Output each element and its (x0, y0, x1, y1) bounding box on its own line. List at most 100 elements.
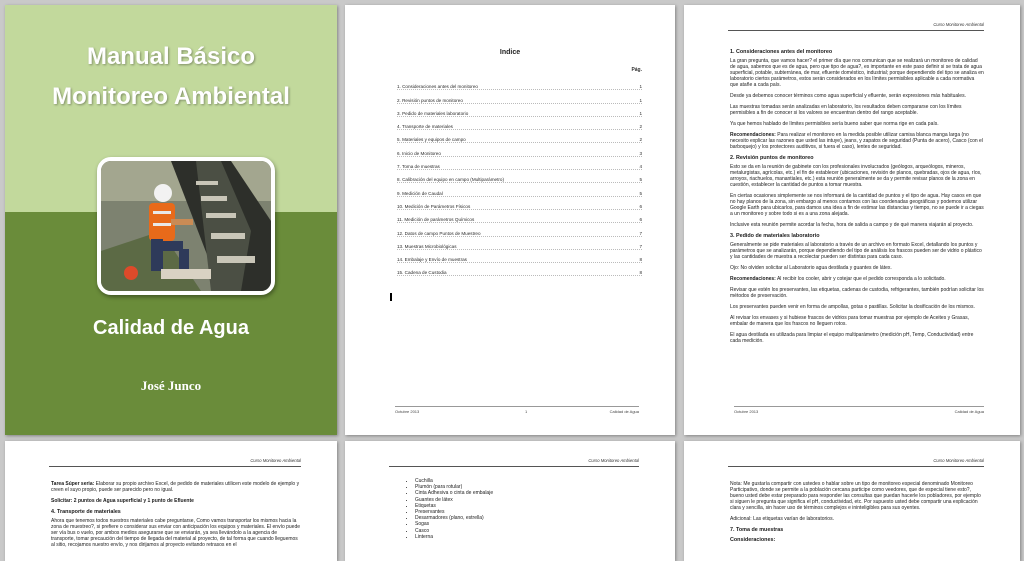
index-entry-label: 10. Medición de Parámetros Físicos (397, 203, 471, 209)
cover-title-line2: Monitoreo Ambiental (52, 83, 290, 110)
index-entry-page: 1 (639, 97, 642, 103)
paragraph: Esto se da en la reunión de gabinete con… (730, 164, 982, 188)
cover-page[interactable]: Manual Básico Monitoreo Ambiental Calida… (5, 5, 337, 435)
paragraph: En ciertas ocasiones simplemente se nos … (730, 193, 984, 217)
index-entry[interactable]: 13. Muestras Microbiológicas 7 (397, 237, 642, 250)
index-entry[interactable]: 6. Inicio de Monitoreo 3 (397, 143, 642, 157)
index-entry[interactable]: 1. Consideraciones antes del monitoreo 1 (397, 77, 642, 91)
bold-paragraph: Solicitar: 2 puntos de Agua superficial … (51, 498, 194, 504)
page-header: Curso Monitoreo Ambiental (588, 458, 639, 463)
index-entry[interactable]: 9. Medición de Caudal 5 (397, 183, 642, 197)
index-entry[interactable]: 5. Materiales y equipos de campo 2 (397, 130, 642, 144)
paragraph: Generalmente se pide materiales al labor… (730, 242, 982, 260)
cover-subtitle: Calidad de Agua (93, 317, 249, 339)
index-entry-page: 7 (639, 230, 642, 236)
index-entry-label: 3. Pedido de materiales laboratorio (397, 110, 469, 116)
section-heading: 3. Pedido de materiales laboratorio (730, 233, 820, 239)
index-entry-page: 1 (639, 84, 642, 90)
index-entry-label: 9. Medición de Caudal (397, 190, 443, 196)
section-heading: 2. Revisión puntos de monitoreo (730, 155, 814, 161)
index-entry-page: 6 (639, 203, 642, 209)
index-entry[interactable]: 2. Revisión puntos de monitoreo 1 (397, 90, 642, 104)
paragraph: Desde ya debemos conocer términos como a… (730, 93, 966, 99)
paragraph: La gran pregunta, que vamos hacer? el pr… (730, 58, 984, 88)
index-entry-label: 4. Transporte de materiales (397, 124, 453, 130)
paragraph: Solicitar: 2 puntos de Agua superficial … (51, 498, 301, 504)
index-page-column-label: Pág. (631, 67, 642, 73)
page-1-footer: Octubre 2013 Calidad de Agua (734, 406, 984, 414)
footer-title: Calidad de Agua (954, 409, 984, 414)
paragraph: Recomendaciones: Al recibir los cooler, … (730, 276, 984, 282)
header-divider (49, 466, 301, 467)
cover-author: José Junco (140, 378, 202, 393)
bold-label: Recomendaciones: (730, 276, 776, 282)
index-entry-label: 1. Consideraciones antes del monitoreo (397, 84, 478, 90)
paragraph: Nota: Me gustaría compartir con ustedes … (730, 481, 981, 511)
index-entry-page: 4 (639, 164, 642, 170)
page-2-content: Tarea Súper seria: Elaborar su propio ar… (51, 481, 301, 553)
section-heading: 4. Transporte de materiales (51, 509, 121, 515)
index-entry-page: 2 (639, 124, 642, 130)
text-cursor (390, 293, 392, 301)
index-entry-label: 13. Muestras Microbiológicas (397, 243, 457, 249)
list-item: Linterna (415, 534, 639, 540)
paragraph: Ahora que tenemos todos nuestros materia… (51, 518, 301, 548)
paragraph: Revisar que estén los preservantes, las … (730, 287, 984, 299)
index-page[interactable]: Indice Pág. 1. Consideraciones antes del… (345, 5, 675, 435)
paragraph: Adicional: Las etiquetas varían de labor… (730, 516, 834, 522)
index-entry-page: 8 (639, 257, 642, 263)
paragraph: Ojo: No olviden solicitar al Laboratorio… (730, 265, 892, 271)
cover-photo-illustration (101, 161, 271, 291)
materials-list: Cuchilla Plumón (para rotular) Cinta Adh… (403, 478, 639, 540)
index-entry[interactable]: 11. Medición de parámetros Químicos 6 (397, 210, 642, 224)
index-entry[interactable]: 10. Medición de Parámetros Físicos 6 (397, 197, 642, 210)
footer-page-number: 1 (525, 409, 528, 414)
footer-title: Calidad de Agua (609, 409, 639, 414)
index-entry-page: 1 (639, 110, 642, 116)
paragraph: Los preservantes pueden venir en forma d… (730, 304, 975, 310)
index-entry-label: 15. Cadena de Custodia (397, 270, 447, 276)
index-entry[interactable]: 7. Toma de muestras 4 (397, 157, 642, 171)
index-entry[interactable]: 14. Embalaje y Envío de muestras 8 (397, 250, 642, 264)
index-entry-page: 5 (639, 177, 642, 183)
index-entry-label: 14. Embalaje y Envío de muestras (397, 257, 467, 263)
paragraph: Recomendaciones: Para realizar el monito… (730, 132, 984, 150)
index-entry[interactable]: 12. Datos de campo Puntos de Muestreo 7 (397, 223, 642, 237)
index-entry-page: 5 (639, 190, 642, 196)
index-entry[interactable]: 3. Pedido de materiales laboratorio 1 (397, 104, 642, 117)
paragraph: Ya que hemos hablado de límites permisib… (730, 121, 939, 127)
index-entry-label: 5. Materiales y equipos de campo (397, 137, 466, 143)
index-entry-label: 6. Inicio de Monitoreo (397, 150, 441, 156)
index-list: 1. Consideraciones antes del monitoreo 1 … (397, 77, 642, 277)
paragraph: Al revisar los envases y si hubiese fras… (730, 315, 969, 327)
footer-date: Octubre 2013 (395, 409, 420, 414)
section-heading: 7. Toma de muestras (730, 527, 784, 533)
index-entry-page: 7 (639, 243, 642, 249)
page-1-content: 1. Consideraciones antes del monitoreo L… (730, 45, 984, 349)
index-entry[interactable]: 4. Transporte de materiales 2 (397, 117, 642, 131)
paragraph: El agua destilada es utilizada para limp… (730, 332, 974, 344)
page-header: Curso Monitoreo Ambiental (250, 458, 301, 463)
paragraph-text: Al recibir los cooler, abrir y cotejar q… (775, 276, 946, 282)
index-entry[interactable]: 8. Calibración del equipo en campo (Mult… (397, 170, 642, 184)
paragraph: Las muestras tomadas serán analizadas en… (730, 104, 962, 116)
index-entry-page: 3 (639, 150, 642, 156)
index-entry-label: 2. Revisión puntos de monitoreo (397, 97, 463, 103)
index-entry[interactable]: 15. Cadena de Custodia 8 (397, 263, 642, 277)
document-page-2[interactable]: Curso Monitoreo Ambiental Tarea Súper se… (5, 441, 337, 561)
header-divider (728, 30, 984, 31)
document-page-4[interactable]: Curso Monitoreo Ambiental Nota: Me gusta… (684, 441, 1020, 561)
page-4-content: Nota: Me gustaría compartir con ustedes … (730, 481, 984, 546)
footer-date: Octubre 2013 (734, 409, 759, 414)
index-entry-label: 7. Toma de muestras (397, 164, 440, 170)
index-footer: Octubre 2013 1 Calidad de Agua (395, 406, 639, 414)
document-page-1[interactable]: Curso Monitoreo Ambiental 1. Consideraci… (684, 5, 1020, 435)
cover-photo (97, 157, 275, 295)
document-page-3[interactable]: Curso Monitoreo Ambiental Cuchilla Plumó… (345, 441, 675, 561)
section-heading: 1. Consideraciones antes del monitoreo (730, 49, 833, 55)
index-entry-label: 11. Medición de parámetros Químicos (397, 217, 475, 223)
cover-title-line1: Manual Básico (86, 43, 256, 70)
index-entry-page: 8 (639, 270, 642, 276)
header-divider (728, 466, 984, 467)
sub-heading: Consideraciones: (730, 537, 776, 543)
